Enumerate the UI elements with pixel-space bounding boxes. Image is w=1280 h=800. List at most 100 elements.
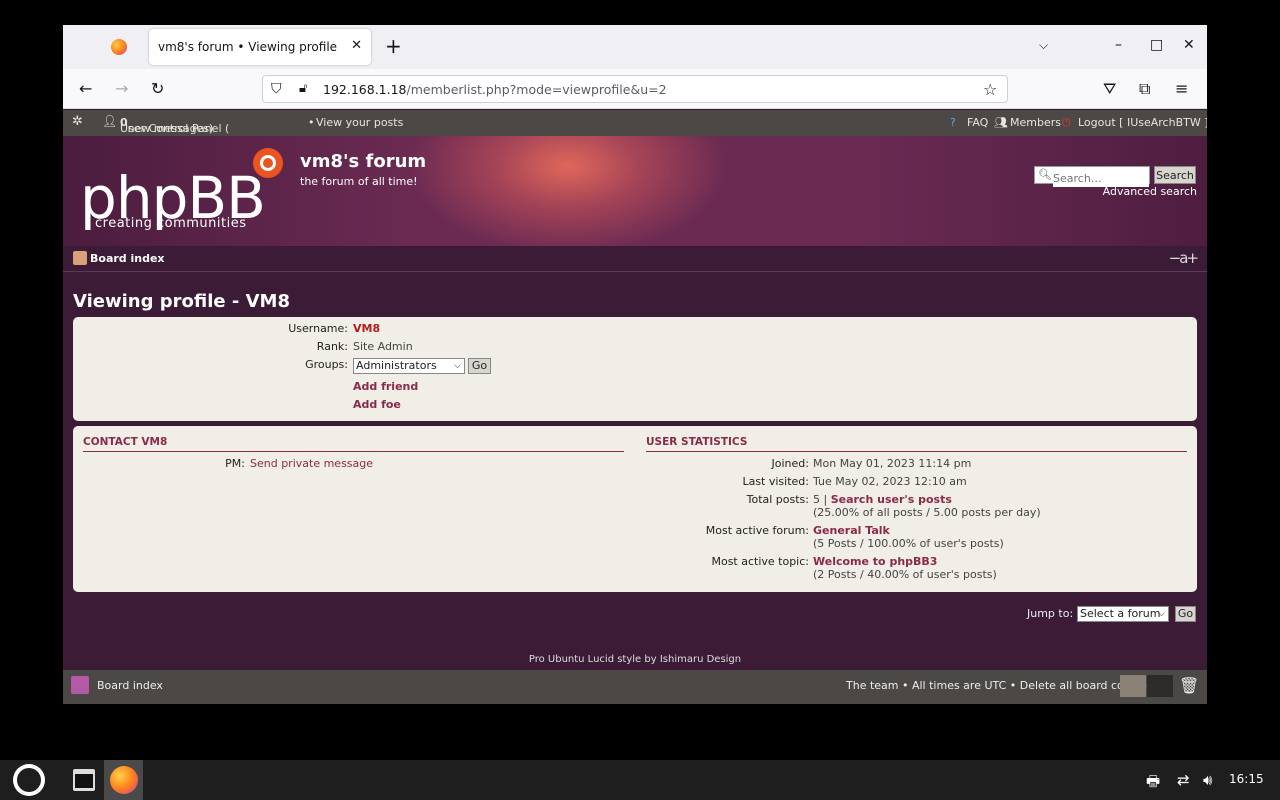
total-posts-label: Total posts:: [746, 493, 809, 506]
firefox-icon: [110, 766, 138, 794]
logo-tagline: creating communities: [95, 216, 247, 231]
taskbar-firefox[interactable]: [104, 760, 143, 800]
desktop: vm8's forum • Viewing profile - VM8 ✕ + …: [0, 0, 1280, 760]
last-visited-label: Last visited:: [742, 475, 809, 488]
chevron-down-icon[interactable]: ⌵: [1039, 38, 1048, 53]
site-title[interactable]: vm8's forum: [300, 151, 426, 172]
firefox-view-icon[interactable]: [111, 39, 127, 55]
minimize-icon[interactable]: –: [1115, 37, 1122, 53]
groups-go-button[interactable]: Go: [468, 358, 491, 374]
details-panel: CONTACT VM8 PM: Send private message USE…: [73, 426, 1197, 592]
user-icon: 👤︎: [102, 114, 118, 128]
active-forum-link[interactable]: General Talk: [813, 524, 890, 537]
profile-panel: Username: VM8 Rank: Site Admin Groups: A…: [73, 317, 1197, 421]
insecure-lock-icon[interactable]: 🔓︎: [299, 81, 307, 96]
stats-heading: USER STATISTICS: [646, 436, 748, 448]
search-icon: 🔍︎: [1038, 168, 1052, 181]
jump-go-button[interactable]: Go: [1175, 606, 1196, 622]
tab-active[interactable]: vm8's forum • Viewing profile - VM8 ✕: [149, 29, 371, 65]
tab-bar: vm8's forum • Viewing profile - VM8 ✕ + …: [63, 25, 1207, 69]
last-visited-value: Tue May 02, 2023 12:10 am: [813, 475, 967, 488]
username-value[interactable]: VM8: [353, 322, 380, 335]
ubuntu-menu-icon[interactable]: ✲: [72, 114, 83, 129]
view-posts-link[interactable]: View your posts: [316, 116, 403, 129]
footer-bar: Board index The team • All times are UTC…: [63, 670, 1207, 704]
total-posts-value: 5 | Search user's posts: [813, 493, 952, 506]
search-button[interactable]: Search: [1154, 166, 1196, 184]
contact-heading: CONTACT VM8: [83, 436, 168, 448]
ucp-link[interactable]: User Control Panel (0 new messages): [120, 116, 229, 135]
joined-label: Joined:: [771, 457, 809, 470]
forward-icon[interactable]: →: [115, 79, 128, 98]
faq-icon: ?: [950, 116, 956, 129]
jump-to-label: Jump to:: [1027, 607, 1074, 620]
start-menu-icon[interactable]: [13, 764, 45, 796]
faq-link[interactable]: FAQ: [967, 116, 988, 129]
power-icon: ⏻: [1062, 116, 1071, 129]
jump-to-select[interactable]: Select a forum ⌵: [1077, 606, 1169, 622]
footer-board-index-link[interactable]: Board index: [97, 679, 163, 692]
new-tab-icon[interactable]: +: [385, 36, 402, 56]
groups-label: Groups:: [305, 358, 348, 371]
username-label: Username:: [288, 322, 348, 335]
volume-icon[interactable]: 🔊︎: [1203, 771, 1212, 789]
trash-icon: 🗑︎: [1179, 676, 1200, 695]
font-size-control[interactable]: −a+: [1169, 249, 1199, 267]
ubuntu-logo-icon: [253, 148, 283, 178]
send-pm-link[interactable]: Send private message: [250, 457, 373, 470]
members-icon: 👥︎: [994, 116, 1008, 129]
add-foe-link[interactable]: Add foe: [353, 398, 401, 411]
chevron-down-icon: ⌵: [1158, 609, 1165, 619]
search-user-posts-link[interactable]: Search user's posts: [831, 493, 952, 506]
page-title: Viewing profile - VM8: [73, 291, 290, 312]
style-swatch-light: [1120, 675, 1146, 697]
site-description: the forum of all time!: [300, 175, 418, 188]
rank-label: Rank:: [316, 340, 348, 353]
url-bar[interactable]: ⛉ 🔓︎ 192.168.1.18/memberlist.php?mode=vi…: [262, 75, 1008, 103]
separator: •: [308, 116, 315, 129]
style-credit: Pro Ubuntu Lucid style by Ishimaru Desig…: [528, 654, 742, 665]
rank-value: Site Admin: [353, 340, 413, 353]
shield-icon[interactable]: ⛉: [271, 81, 282, 97]
top-nav: ✲ 👤︎ User Control Panel (0 new messages)…: [63, 110, 1207, 136]
clock[interactable]: 16:15: [1229, 772, 1264, 786]
close-window-icon[interactable]: ✕: [1183, 37, 1195, 53]
advanced-search-link[interactable]: Advanced search: [1103, 185, 1197, 198]
extensions-icon[interactable]: ⧉: [1139, 79, 1150, 99]
close-tab-icon[interactable]: ✕: [351, 38, 362, 53]
printer-icon[interactable]: 🖶: [1146, 771, 1160, 796]
terminal-icon[interactable]: [73, 769, 95, 791]
board-index-link[interactable]: Board index: [90, 252, 165, 265]
groups-select[interactable]: Administrators ⌵: [353, 358, 465, 374]
search-box: 🔍︎: [1034, 166, 1150, 187]
total-posts-detail: (25.00% of all posts / 5.00 posts per da…: [813, 506, 1041, 519]
network-icon[interactable]: ⇄: [1177, 771, 1190, 789]
pm-label: PM:: [225, 457, 245, 470]
active-topic-link[interactable]: Welcome to phpBB3: [813, 555, 937, 568]
tab-title: vm8's forum • Viewing profile - VM8: [158, 40, 340, 54]
chevron-down-icon: ⌵: [454, 361, 461, 371]
groups-select-value: Administrators: [356, 359, 437, 372]
style-swatch-dark: [1147, 675, 1173, 697]
menu-icon[interactable]: ≡: [1175, 79, 1188, 98]
back-icon[interactable]: ←: [79, 79, 92, 98]
joined-value: Mon May 01, 2023 11:14 pm: [813, 457, 972, 470]
reload-icon[interactable]: ↻: [151, 79, 164, 98]
forum-header: phpBB creating communities vm8's forum t…: [63, 136, 1207, 246]
pocket-icon[interactable]: ⛛: [1103, 79, 1116, 99]
home-icon: [73, 251, 87, 265]
nav-bar: ← → ↻ ⛉ 🔓︎ 192.168.1.18/memberlist.php?m…: [63, 69, 1207, 109]
members-link[interactable]: Members: [1010, 116, 1061, 129]
active-forum-detail: (5 Posts / 100.00% of user's posts): [813, 537, 1004, 550]
stats-divider: [646, 451, 1187, 452]
contact-divider: [83, 451, 624, 452]
footer-links[interactable]: The team • All times are UTC • Delete al…: [846, 679, 1152, 692]
forum-page: ✲ 👤︎ User Control Panel (0 new messages)…: [63, 110, 1207, 704]
add-friend-link[interactable]: Add friend: [353, 380, 418, 393]
jump-to-select-value: Select a forum: [1080, 607, 1161, 620]
maximize-icon[interactable]: □: [1150, 37, 1163, 53]
logout-link[interactable]: Logout [ IUseArchBTW ]: [1078, 116, 1207, 129]
active-topic-detail: (2 Posts / 40.00% of user's posts): [813, 568, 997, 581]
bookmark-star-icon[interactable]: ☆: [983, 80, 997, 99]
taskbar: 🖶 ⇄ 🔊︎ 16:15: [0, 760, 1280, 800]
